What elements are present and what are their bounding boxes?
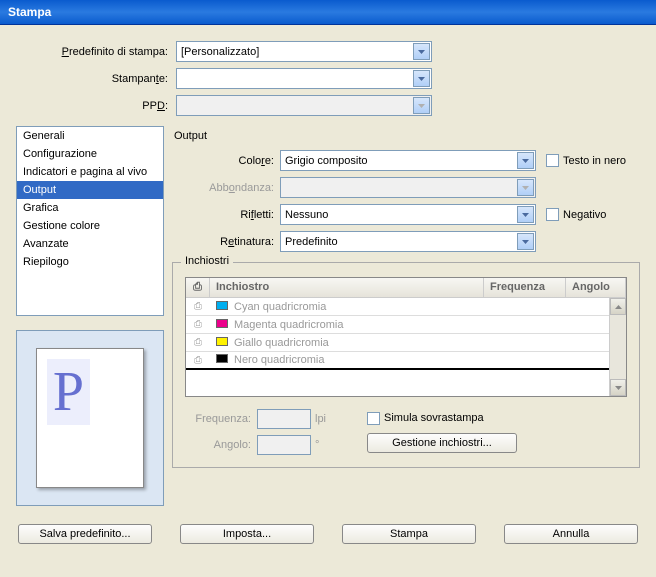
window-titlebar: Stampa: [0, 0, 656, 25]
table-row[interactable]: ⎙ Magenta quadricromia: [186, 316, 609, 334]
color-label: Colore:: [172, 155, 280, 167]
freq-input: [257, 409, 311, 429]
abbondanza-dropdown: [280, 177, 536, 198]
ppd-dropdown: [176, 95, 432, 116]
sidebar-item-configurazione[interactable]: Configurazione: [17, 145, 163, 163]
chevron-down-icon: [517, 179, 534, 196]
simulate-overprint-checkbox[interactable]: [367, 412, 380, 425]
inks-scrollbar[interactable]: [609, 298, 626, 396]
print-button[interactable]: Stampa: [342, 524, 476, 544]
printer-dropdown[interactable]: [176, 68, 432, 89]
inks-fieldset: Inchiostri ⎙ Inchiostro Frequenza Angolo…: [172, 262, 640, 468]
save-preset-button[interactable]: Salva predefinito...: [18, 524, 152, 544]
table-row[interactable]: ⎙ Cyan quadricromia: [186, 298, 609, 316]
ink-name: Giallo quadricromia: [234, 337, 329, 349]
abbondanza-label: Abbondanza:: [172, 182, 280, 194]
angle-unit: °: [315, 439, 337, 451]
table-row[interactable]: ⎙ Giallo quadricromia: [186, 334, 609, 352]
print-icon: ⎙: [186, 299, 210, 314]
print-icon: ⎙: [186, 353, 210, 368]
setup-button[interactable]: Imposta...: [180, 524, 314, 544]
sidebar-item-riepilogo[interactable]: Riepilogo: [17, 253, 163, 271]
rifletti-dropdown[interactable]: Nessuno: [280, 204, 536, 225]
retinatura-value: Predefinito: [285, 236, 338, 248]
manage-inks-button[interactable]: Gestione inchiostri...: [367, 433, 517, 453]
cancel-button[interactable]: Annulla: [504, 524, 638, 544]
output-title: Output: [174, 130, 640, 142]
ink-name: Cyan quadricromia: [234, 301, 326, 313]
angle-input: [257, 435, 311, 455]
text-black-label: Testo in nero: [563, 155, 626, 167]
sidebar-item-gestione-colore[interactable]: Gestione colore: [17, 217, 163, 235]
retinatura-dropdown[interactable]: Predefinito: [280, 231, 536, 252]
text-black-checkbox[interactable]: [546, 154, 559, 167]
table-row[interactable]: ⎙ Nero quadricromia: [186, 352, 609, 370]
scroll-down-icon[interactable]: [610, 379, 626, 396]
chevron-down-icon[interactable]: [413, 70, 430, 87]
sidebar-item-avanzate[interactable]: Avanzate: [17, 235, 163, 253]
print-preview: P: [16, 330, 164, 506]
preset-dropdown[interactable]: [Personalizzato]: [176, 41, 432, 62]
ink-swatch-magenta: [216, 319, 228, 328]
scroll-up-icon[interactable]: [610, 298, 626, 315]
ink-name: Nero quadricromia: [234, 354, 324, 366]
print-icon: ⎙: [186, 317, 210, 332]
rifletti-label: Rifletti:: [172, 209, 280, 221]
chevron-down-icon[interactable]: [517, 152, 534, 169]
sidebar-item-generali[interactable]: Generali: [17, 127, 163, 145]
inks-header-name: Inchiostro: [210, 278, 484, 297]
angle-label: Angolo:: [185, 439, 257, 451]
chevron-down-icon[interactable]: [517, 233, 534, 250]
ppd-label: PPD:: [16, 100, 176, 112]
ink-swatch-black: [216, 354, 228, 363]
printer-label: Stampante:: [16, 73, 176, 85]
color-value: Grigio composito: [285, 155, 368, 167]
sidebar-item-output[interactable]: Output: [17, 181, 163, 199]
page-thumbnail: P: [36, 348, 144, 488]
inks-header-ang: Angolo: [566, 278, 626, 297]
chevron-down-icon[interactable]: [413, 43, 430, 60]
window-title: Stampa: [8, 5, 51, 19]
sidebar-item-grafica[interactable]: Grafica: [17, 199, 163, 217]
print-icon: ⎙: [186, 278, 210, 297]
sidebar-item-indicatori[interactable]: Indicatori e pagina al vivo: [17, 163, 163, 181]
thumbnail-letter: P: [47, 359, 90, 425]
retinatura-label: Retinatura:: [172, 236, 280, 248]
inks-body: ⎙ Cyan quadricromia ⎙ Magenta quadricrom…: [186, 298, 609, 396]
inks-table: ⎙ Inchiostro Frequenza Angolo ⎙ Cyan qua…: [185, 277, 627, 397]
simulate-overprint-label: Simula sovrastampa: [384, 412, 484, 424]
negativo-checkbox[interactable]: [546, 208, 559, 221]
rifletti-value: Nessuno: [285, 209, 328, 221]
inks-title: Inchiostri: [181, 255, 233, 267]
ink-name: Magenta quadricromia: [234, 319, 343, 331]
preset-value: [Personalizzato]: [181, 46, 259, 58]
ink-swatch-cyan: [216, 301, 228, 310]
chevron-down-icon: [413, 97, 430, 114]
inks-header-row: ⎙ Inchiostro Frequenza Angolo: [186, 278, 626, 298]
negativo-label: Negativo: [563, 209, 606, 221]
preset-label: PPredefinito di stampa:redefinito di sta…: [16, 46, 176, 58]
category-sidebar: Generali Configurazione Indicatori e pag…: [16, 126, 164, 316]
color-dropdown[interactable]: Grigio composito: [280, 150, 536, 171]
freq-unit: lpi: [315, 413, 337, 425]
ink-swatch-yellow: [216, 337, 228, 346]
inks-header-freq: Frequenza: [484, 278, 566, 297]
print-icon: ⎙: [186, 335, 210, 350]
chevron-down-icon[interactable]: [517, 206, 534, 223]
freq-label: Frequenza:: [185, 413, 257, 425]
